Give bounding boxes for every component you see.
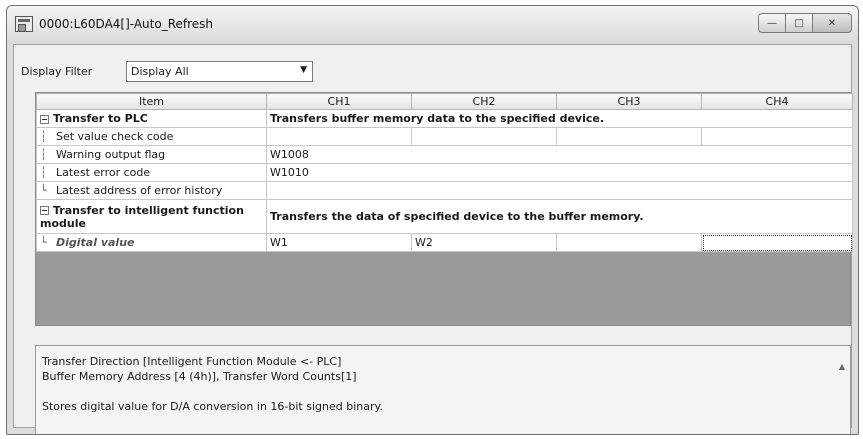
close-button[interactable]: ✕: [812, 13, 852, 33]
row-item-label: Digital value: [56, 236, 135, 249]
auto-refresh-window: 0000:L60DA4[]-Auto_Refresh — □ ✕ Display…: [6, 5, 859, 435]
header-row: Item CH1 CH2 CH3 CH4: [36, 93, 853, 110]
window-controls: — □ ✕: [758, 13, 852, 35]
row-item-label: Warning output flag: [56, 148, 166, 161]
chevron-down-icon[interactable]: ▼: [300, 65, 307, 75]
row-item-label: Set value check code: [56, 130, 174, 143]
tree-line-icon: ┆: [40, 148, 47, 161]
table-row: └ Latest address of error history: [36, 181, 853, 200]
description-panel: Transfer Direction [Intelligent Function…: [35, 345, 851, 434]
auto-refresh-grid: Item CH1 CH2 CH3 CH4 − Transfer to PLC Tr…: [35, 92, 853, 326]
buffer-memory-text: Buffer Memory Address [4 (4h)], Transfer…: [42, 370, 357, 383]
row-item-label: Transfer to intelligent function module: [40, 203, 244, 230]
title-bar[interactable]: 0000:L60DA4[]-Auto_Refresh — □ ✕: [7, 6, 858, 44]
tree-line-icon: └: [40, 236, 47, 249]
row-item-cell: ┆ Set value check code: [36, 127, 267, 146]
ch4-cell[interactable]: [701, 127, 853, 146]
ch3-cell[interactable]: [556, 233, 702, 252]
ch1-cell[interactable]: W1: [266, 233, 412, 252]
row-item-label: Latest address of error history: [56, 184, 223, 197]
table-row: ┆ Set value check code: [36, 127, 853, 146]
column-header-ch2[interactable]: CH2: [411, 93, 557, 110]
row-item-cell: − Transfer to PLC: [36, 109, 267, 128]
minimize-button[interactable]: —: [758, 13, 786, 33]
tree-line-icon: └: [40, 184, 47, 197]
scroll-up-icon[interactable]: ▲: [836, 362, 848, 374]
row-item-cell: ┆ Warning output flag: [36, 145, 267, 164]
table-row: ┆ Latest error code W1010: [36, 163, 853, 182]
client-area: Display Filter Display All ▼ Item CH1 CH…: [13, 44, 853, 434]
display-filter-label: Display Filter: [21, 65, 93, 78]
maximize-button[interactable]: □: [785, 13, 813, 33]
transfer-direction-text: Transfer Direction [Intelligent Function…: [42, 355, 342, 368]
row-item-label: Transfer to PLC: [53, 112, 148, 125]
column-header-ch3[interactable]: CH3: [556, 93, 702, 110]
table-row: └ Digital value W1 W2: [36, 233, 853, 252]
device-cell[interactable]: W1010: [266, 163, 853, 182]
ch2-cell[interactable]: W2: [411, 233, 557, 252]
collapse-icon[interactable]: −: [40, 206, 49, 215]
table-row: − Transfer to intelligent function module…: [36, 199, 853, 234]
description-scrollbar[interactable]: ▲ ▼: [836, 350, 848, 434]
display-filter-dropdown[interactable]: Display All ▼: [126, 61, 313, 82]
row-item-cell: ┆ Latest error code: [36, 163, 267, 182]
settings-table: Item CH1 CH2 CH3 CH4 − Transfer to PLC Tr…: [36, 93, 853, 252]
collapse-icon[interactable]: −: [40, 114, 49, 124]
column-header-ch1[interactable]: CH1: [266, 93, 412, 110]
display-filter-value: Display All: [131, 65, 189, 78]
window-title: 0000:L60DA4[]-Auto_Refresh: [39, 17, 214, 31]
row-item-cell: └ Digital value: [36, 233, 267, 252]
row-item-cell: − Transfer to intelligent function module: [36, 199, 267, 234]
ch1-cell[interactable]: [266, 127, 412, 146]
window-app-icon: [15, 16, 33, 32]
tree-line-icon: ┆: [40, 130, 47, 143]
row-item-cell: └ Latest address of error history: [36, 181, 267, 200]
ch4-cell[interactable]: [701, 233, 853, 252]
row-item-label: Latest error code: [56, 166, 151, 179]
device-cell[interactable]: [266, 181, 853, 200]
group-description: Transfers the data of specified device t…: [266, 199, 853, 234]
column-header-item[interactable]: Item: [36, 93, 267, 110]
item-description-text: Stores digital value for D/A conversion …: [42, 400, 383, 413]
ch3-cell[interactable]: [556, 127, 702, 146]
table-row: ┆ Warning output flag W1008: [36, 145, 853, 164]
column-header-ch4[interactable]: CH4: [701, 93, 853, 110]
table-row: − Transfer to PLC Transfers buffer memory…: [36, 109, 853, 128]
tree-line-icon: ┆: [40, 166, 47, 179]
group-description: Transfers buffer memory data to the spec…: [266, 109, 853, 128]
device-cell[interactable]: W1008: [266, 145, 853, 164]
ch2-cell[interactable]: [411, 127, 557, 146]
